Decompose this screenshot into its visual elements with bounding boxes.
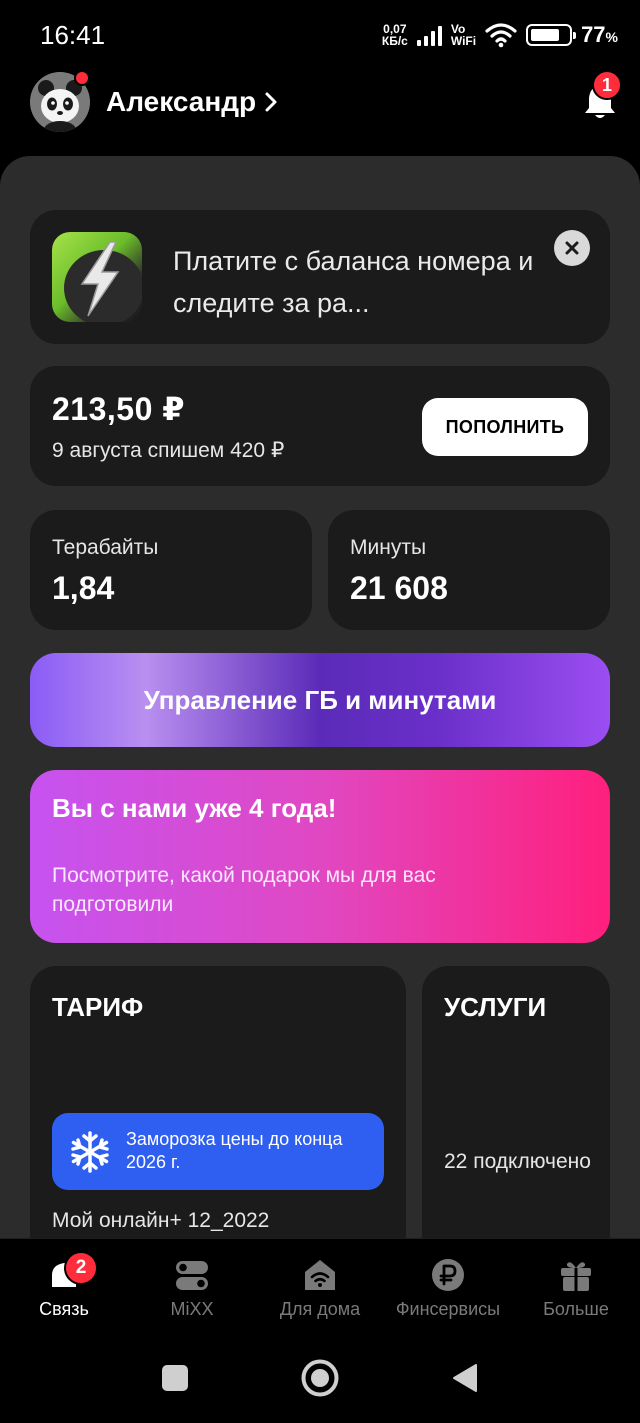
square-icon — [162, 1365, 188, 1391]
promo-text: Платите с баланса номера и следите за ра… — [173, 246, 534, 318]
minutes-remaining-card[interactable]: Минуты 21 608 — [328, 510, 610, 630]
services-card[interactable]: УСЛУГИ 22 подключено — [422, 966, 610, 1238]
tab-label: Финсервисы — [395, 1299, 501, 1319]
minutes-label: Минуты — [350, 536, 427, 559]
anniversary-title: Вы с нами уже 4 года! — [52, 793, 337, 823]
tariff-title: ТАРИФ — [52, 992, 144, 1022]
cell-signal-icon — [416, 24, 442, 46]
back-triangle-icon — [453, 1364, 477, 1392]
main-content: Платите с баланса номера и следите за ра… — [0, 156, 640, 1238]
promo-image — [52, 232, 142, 322]
snowflake-icon — [71, 1131, 109, 1173]
tab-badge: 2 — [64, 1251, 98, 1285]
vowifi-line2: WiFi — [450, 34, 477, 48]
close-icon — [565, 241, 579, 255]
close-button[interactable] — [554, 230, 590, 266]
data-value: 1,84 — [52, 570, 115, 606]
network-speed: 0,07 КБ/с — [382, 23, 408, 47]
user-name: Александр — [106, 86, 257, 117]
manage-gb-minutes-button[interactable]: Управление ГБ и минутами — [30, 653, 610, 747]
tab-label: Для дома — [279, 1299, 361, 1319]
balance-card: 213,50 ₽ 9 августа спишем 420 ₽ ПОПОЛНИТ… — [30, 366, 610, 486]
data-remaining-card[interactable]: Терабайты 1,84 — [30, 510, 312, 630]
battery-percent: 77% — [581, 22, 618, 47]
notification-badge: 1 — [592, 70, 622, 100]
battery-percent-value: 77 — [581, 22, 606, 47]
next-charge-text: 9 августа спишем 420 ₽ — [52, 439, 285, 462]
tab-home[interactable]: Для дома — [256, 1239, 384, 1335]
toggles-icon — [176, 1261, 208, 1290]
recents-button[interactable] — [157, 1360, 193, 1396]
minutes-value: 21 608 — [350, 570, 448, 606]
tab-mixx[interactable]: MiXX — [128, 1239, 256, 1335]
status-bar: 16:41 0,07 КБ/с Vo WiFi 77% — [0, 0, 640, 70]
profile-link[interactable]: Александр — [106, 86, 278, 118]
gift-icon — [561, 1262, 591, 1291]
battery-icon — [526, 24, 577, 46]
anniversary-text: Посмотрите, какой подарок мы для вас под… — [52, 864, 436, 916]
ruble-coin-icon — [432, 1259, 464, 1291]
system-navigation-bar — [0, 1334, 640, 1423]
services-count: 22 подключено — [444, 1150, 591, 1173]
network-speed-unit: КБ/с — [381, 34, 408, 48]
topup-button[interactable]: ПОПОЛНИТЬ — [422, 398, 588, 456]
tab-connection[interactable]: 2 Связь — [0, 1239, 128, 1335]
app-header: Александр 1 — [0, 70, 640, 156]
tab-more[interactable]: Больше — [512, 1239, 640, 1335]
battery-fill — [531, 29, 559, 41]
home-wifi-icon — [305, 1260, 335, 1290]
promo-banner[interactable]: Платите с баланса номера и следите за ра… — [30, 210, 610, 344]
tab-label: Больше — [543, 1299, 609, 1319]
tariff-name: Мой онлайн+ 12_2022 — [52, 1209, 270, 1232]
tab-finservices[interactable]: Финсервисы — [384, 1239, 512, 1335]
chevron-right-icon — [265, 92, 277, 112]
avatar-notification-dot — [74, 70, 90, 86]
tab-label: Связь — [39, 1299, 89, 1319]
tab-label: MiXX — [170, 1299, 214, 1319]
bottom-tab-bar: 2 Связь MiXX Для дома Финсервисы Больше — [0, 1238, 640, 1334]
status-icons: 0,07 КБ/с Vo WiFi 77% — [382, 18, 618, 52]
status-time: 16:41 — [40, 20, 106, 50]
home-circle-icon — [301, 1359, 339, 1397]
services-title: УСЛУГИ — [444, 992, 547, 1022]
data-label: Терабайты — [52, 536, 159, 559]
back-button[interactable] — [447, 1360, 483, 1396]
home-button[interactable] — [300, 1358, 340, 1398]
balance-amount: 213,50 ₽ — [52, 391, 186, 427]
tariff-card[interactable]: ТАРИФ Заморозка цены до конца 2026 г. Мо… — [30, 966, 406, 1238]
vowifi-indicator: Vo WiFi — [451, 23, 476, 47]
price-freeze-text: Заморозка цены до конца 2026 г. — [126, 1129, 343, 1172]
price-freeze-badge: Заморозка цены до конца 2026 г. — [52, 1113, 384, 1190]
lightning-icon — [64, 241, 142, 322]
anniversary-banner[interactable]: Вы с нами уже 4 года! Посмотрите, какой … — [30, 770, 610, 943]
wifi-icon — [485, 23, 517, 48]
